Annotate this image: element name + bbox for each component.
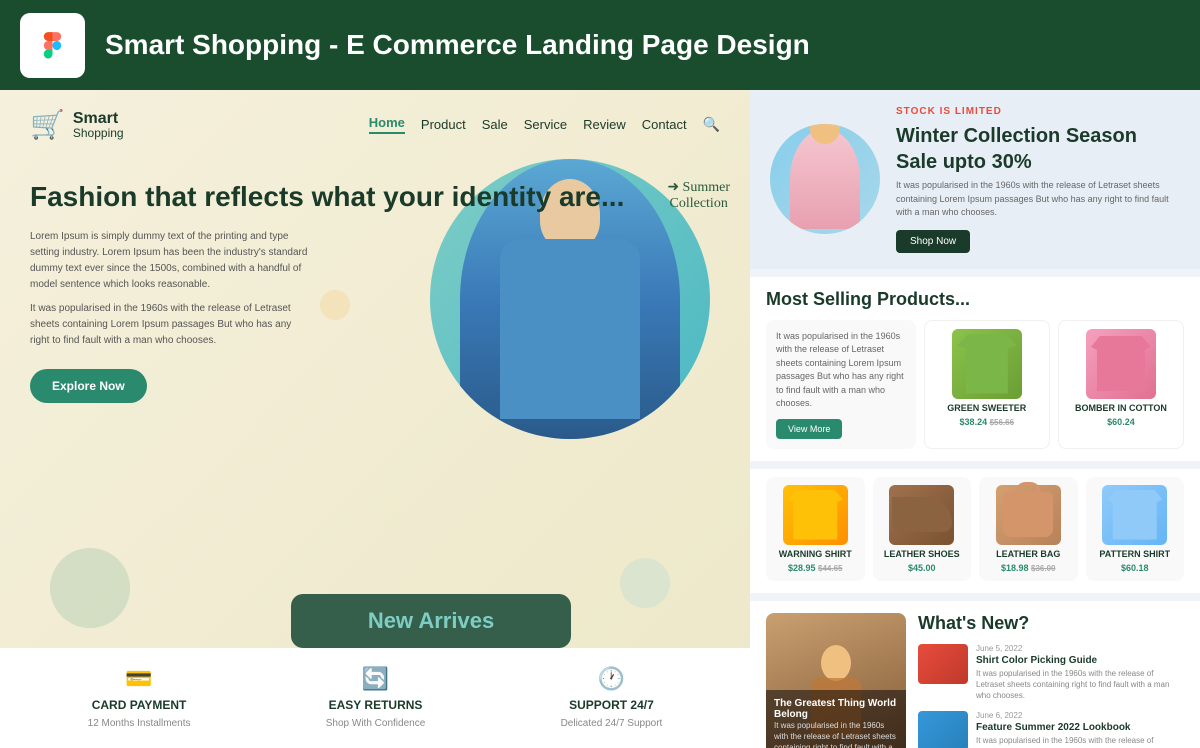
whats-new-section: The Greatest Thing World Belong It was p…	[750, 601, 1200, 748]
news-date-2: June 6, 2022	[976, 711, 1184, 720]
hero-body-2: It was popularised in the 1960s with the…	[30, 301, 310, 349]
news-info-2: June 6, 2022 Feature Summer 2022 Lookboo…	[976, 711, 1184, 748]
features-section: 💳 CARD PAYMENT 12 Months Installments 🔄 …	[0, 648, 750, 748]
winter-person-figure	[790, 129, 860, 229]
easy-returns-title: EASY RETURNS	[329, 698, 423, 712]
hero-heading: Fashion that reflects what your identity…	[30, 179, 720, 215]
logo: 🛒 Smart Shopping	[30, 108, 124, 141]
products-row-1: It was popularised in the 1960s with the…	[766, 320, 1184, 449]
news-date-1: June 5, 2022	[976, 644, 1184, 653]
page-title: Smart Shopping - E Commerce Landing Page…	[105, 29, 810, 61]
product-featured: It was popularised in the 1960s with the…	[766, 320, 916, 449]
news-item-2: June 6, 2022 Feature Summer 2022 Lookboo…	[918, 711, 1184, 748]
nav-product[interactable]: Product	[421, 117, 466, 132]
search-icon[interactable]: 🔍	[703, 116, 720, 133]
news-thumb-2	[918, 711, 968, 748]
product-leather-shoes: LEATHER SHOES $45.00	[873, 477, 972, 581]
pattern-shirt-price: $60.18	[1121, 563, 1149, 573]
news-info-1: June 5, 2022 Shirt Color Picking Guide I…	[976, 644, 1184, 702]
winter-banner: STOCK IS LIMITED Winter Collection Seaso…	[750, 90, 1200, 269]
warning-shirt-image	[783, 485, 848, 545]
right-panel: STOCK IS LIMITED Winter Collection Seaso…	[750, 90, 1200, 748]
whats-new-heading: What's New?	[918, 613, 1184, 634]
green-sweater-price: $38.24 $56.66	[960, 417, 1015, 427]
pattern-shirt-image	[1102, 485, 1167, 545]
bomber-price: $60.24	[1107, 417, 1135, 427]
bomber-image	[1086, 329, 1156, 399]
nav-home[interactable]: Home	[369, 115, 405, 134]
pattern-shirt-name: PATTERN SHIRT	[1099, 549, 1170, 559]
feature-support: 🕐 SUPPORT 24/7 Delicated 24/7 Support	[561, 666, 663, 730]
nav-sale[interactable]: Sale	[482, 117, 508, 132]
new-arrives-banner: New Arrives	[291, 594, 571, 648]
easy-returns-subtitle: Shop With Confidence	[326, 718, 426, 729]
leather-shoes-name: LEATHER SHOES	[884, 549, 960, 559]
warning-shirt-name: WARNING SHIRT	[779, 549, 852, 559]
leather-bag-price: $18.98 $36.00	[1001, 563, 1056, 573]
card-payment-icon: 💳	[125, 666, 152, 692]
card-payment-title: CARD PAYMENT	[92, 698, 187, 712]
leather-shoes-price: $45.00	[908, 563, 936, 573]
leather-bag-name: LEATHER BAG	[996, 549, 1060, 559]
support-subtitle: Delicated 24/7 Support	[561, 718, 663, 729]
nav-review[interactable]: Review	[583, 117, 626, 132]
news-desc-2: It was popularised in the 1960s with the…	[976, 735, 1184, 748]
hero-text: Fashion that reflects what your identity…	[30, 169, 720, 403]
whats-new-main-desc: It was popularised in the 1960s with the…	[774, 720, 898, 748]
leather-shoes-image	[889, 485, 954, 545]
whats-new-main-title: The Greatest Thing World Belong	[774, 698, 898, 720]
featured-desc: It was popularised in the 1960s with the…	[776, 330, 906, 411]
card-payment-subtitle: 12 Months Installments	[88, 718, 191, 729]
explore-button[interactable]: Explore Now	[30, 369, 147, 403]
most-selling-section: Most Selling Products... It was populari…	[750, 277, 1200, 461]
news-title-2[interactable]: Feature Summer 2022 Lookbook	[976, 722, 1184, 733]
main-area: 🛒 Smart Shopping Home Product Sale Servi…	[0, 90, 1200, 748]
easy-returns-icon: 🔄	[362, 666, 389, 692]
logo-icon: 🛒	[30, 108, 65, 141]
nav-links: Home Product Sale Service Review Contact…	[369, 115, 720, 134]
left-panel: 🛒 Smart Shopping Home Product Sale Servi…	[0, 90, 750, 748]
shop-now-button[interactable]: Shop Now	[896, 230, 970, 253]
product-warning-shirt: WARNING SHIRT $28.95 $44.65	[766, 477, 865, 581]
whats-new-main-image: The Greatest Thing World Belong It was p…	[766, 613, 906, 748]
support-icon: 🕐	[598, 666, 625, 692]
product-pattern-shirt: PATTERN SHIRT $60.18	[1086, 477, 1185, 581]
winter-image	[770, 124, 880, 234]
news-desc-1: It was popularised in the 1960s with the…	[976, 668, 1184, 702]
product-bomber: BOMBER IN COTTON $60.24	[1058, 320, 1184, 449]
top-bar: Smart Shopping - E Commerce Landing Page…	[0, 0, 1200, 90]
most-selling-heading: Most Selling Products...	[766, 289, 1184, 310]
products-row-2: WARNING SHIRT $28.95 $44.65 LEATHER SHOE…	[750, 469, 1200, 593]
leather-bag-image	[996, 485, 1061, 545]
news-item-1: June 5, 2022 Shirt Color Picking Guide I…	[918, 644, 1184, 702]
whats-new-articles: What's New? June 5, 2022 Shirt Color Pic…	[918, 613, 1184, 748]
deco-circle-2	[620, 558, 670, 608]
news-thumb-1	[918, 644, 968, 684]
product-green-sweater: GREEN SWEETER $38.24 $56.66	[924, 320, 1050, 449]
whats-new-main-overlay: The Greatest Thing World Belong It was p…	[766, 690, 906, 748]
green-sweater-image	[952, 329, 1022, 399]
figma-logo	[20, 13, 85, 78]
support-title: SUPPORT 24/7	[569, 698, 654, 712]
deco-circle-1	[50, 548, 130, 628]
nav-contact[interactable]: Contact	[642, 117, 687, 132]
feature-card-payment: 💳 CARD PAYMENT 12 Months Installments	[88, 666, 191, 730]
nav-service[interactable]: Service	[524, 117, 567, 132]
view-more-button[interactable]: View More	[776, 419, 842, 439]
news-title-1[interactable]: Shirt Color Picking Guide	[976, 655, 1184, 666]
winter-body: It was popularised in the 1960s with the…	[896, 179, 1180, 220]
green-sweater-name: GREEN SWEETER	[947, 403, 1026, 413]
logo-text: Smart Shopping	[73, 111, 124, 139]
product-leather-bag: LEATHER BAG $18.98 $36.00	[979, 477, 1078, 581]
feature-easy-returns: 🔄 EASY RETURNS Shop With Confidence	[326, 666, 426, 730]
winter-text: STOCK IS LIMITED Winter Collection Seaso…	[896, 106, 1180, 253]
bomber-name: BOMBER IN COTTON	[1075, 403, 1167, 413]
stock-limited-label: STOCK IS LIMITED	[896, 106, 1180, 117]
winter-title: Winter Collection Season Sale upto 30%	[896, 123, 1180, 175]
warning-shirt-price: $28.95 $44.65	[788, 563, 843, 573]
hero-section: Fashion that reflects what your identity…	[0, 159, 750, 403]
hero-body-1: Lorem Ipsum is simply dummy text of the …	[30, 229, 310, 293]
